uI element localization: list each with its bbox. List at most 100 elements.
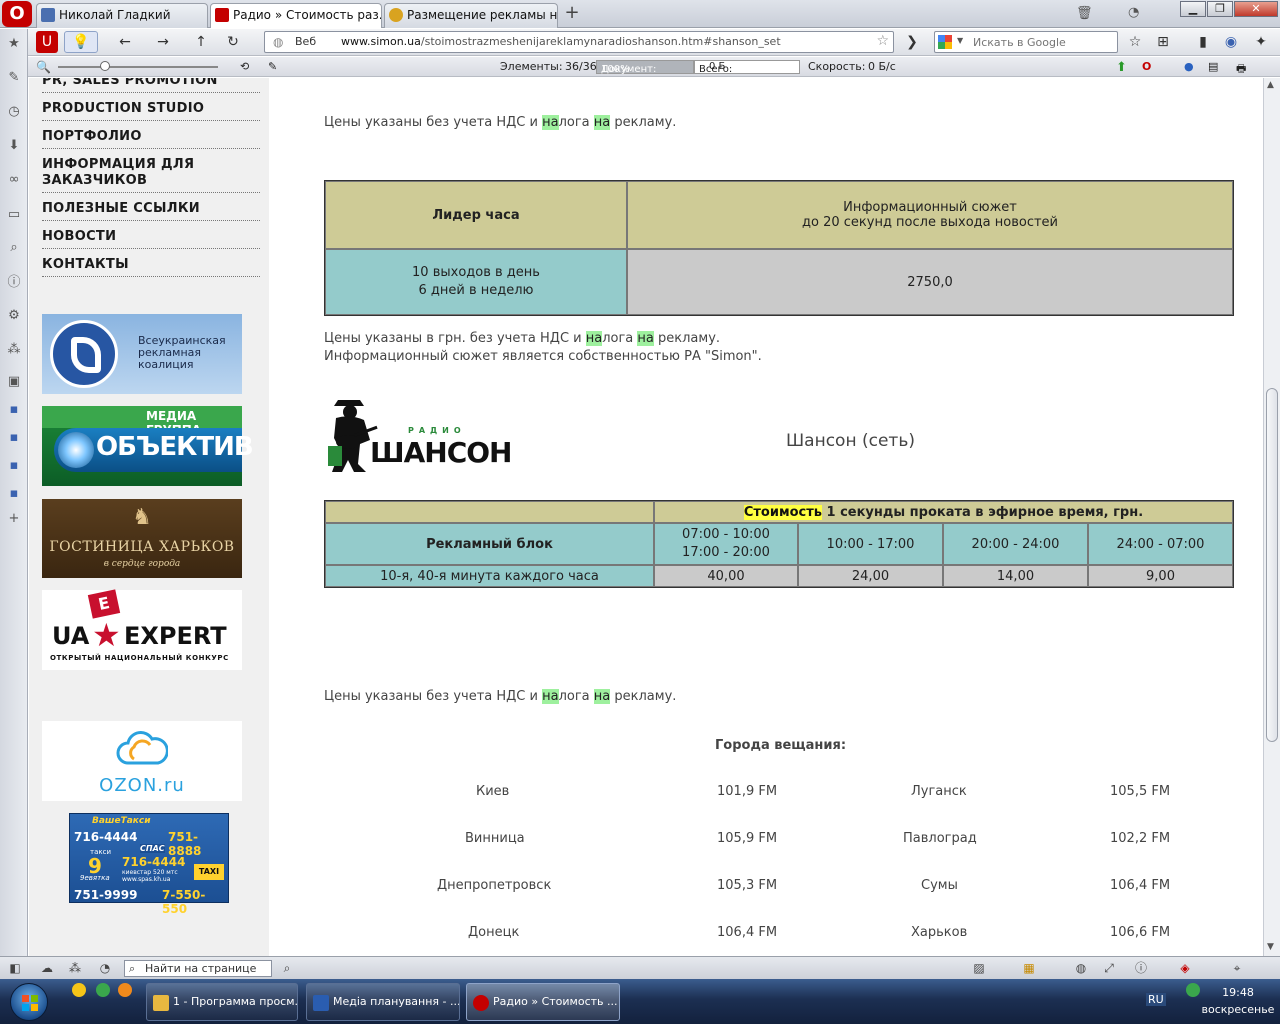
scrollbar-thumb[interactable] (1266, 388, 1278, 742)
widget-icon[interactable]: ▣ (6, 374, 22, 390)
notes-icon[interactable]: ✎ (6, 70, 22, 86)
bookmark-star-icon[interactable]: ▪ (6, 458, 22, 474)
unite-icon[interactable]: ⁂ (66, 960, 84, 976)
up-button[interactable]: ↑ (190, 31, 212, 53)
vertical-scrollbar[interactable]: ▲ ▼ (1263, 78, 1280, 956)
search-icon: ⌕ (129, 962, 136, 975)
nav-item-client-info[interactable]: ИНФОРМАЦИЯ ДЛЯ ЗАКАЗЧИКОВ (42, 157, 260, 193)
address-url: www.simon.ua/stoimostrazmeshenijareklamy… (341, 35, 781, 48)
tab-radio-price[interactable]: Радио » Стоимость раз... (210, 3, 382, 28)
deviatka-caption: 9евятка (80, 874, 110, 882)
firefox-icon[interactable] (118, 983, 132, 997)
clock[interactable]: 19:48 воскресенье (1200, 984, 1276, 1018)
maximize-button[interactable]: ❐ (1207, 1, 1233, 17)
panel-toggle-icon[interactable]: ◧ (6, 960, 24, 976)
tab-ad-placement[interactable]: Размещение рекламы н... (384, 3, 558, 28)
scroll-up-icon[interactable]: ▲ (1267, 80, 1274, 90)
turbo-icon[interactable]: ◔ (1128, 5, 1139, 20)
task-media-planning[interactable]: Медіа планування - ... (306, 983, 460, 1021)
nav-item-pr[interactable]: PR, SALES PROMOTION (42, 78, 260, 93)
info-icon[interactable]: ⓘ (1132, 960, 1150, 976)
content-blocker-icon[interactable]: ▦ (1020, 960, 1038, 976)
search-box[interactable]: ▼ (934, 31, 1118, 53)
zoom-reset-icon[interactable]: ⟲ (240, 60, 249, 73)
zoom-slider-handle[interactable] (100, 61, 110, 71)
settings-gear-icon[interactable]: ⚙ (6, 308, 22, 324)
address-bar[interactable]: ◍ Веб www.simon.ua/stoimostrazmeshenijar… (264, 31, 894, 53)
language-indicator[interactable]: RU (1146, 993, 1166, 1006)
go-forward-icon[interactable]: ❯ (900, 31, 924, 53)
wand-icon[interactable]: 💡 (64, 31, 98, 53)
fit-width-icon[interactable]: ⤢ (1100, 960, 1118, 976)
taxi-banner[interactable]: ВашеТакси 716-4444 751-8888 СПАС такси 9… (69, 813, 229, 916)
bookmark-star-icon[interactable]: ▪ (6, 402, 22, 418)
speed-dial-icon[interactable]: ☆ (1124, 31, 1146, 53)
links-icon[interactable]: ∞ (6, 172, 22, 188)
bookmarks-star-icon[interactable]: ★ (6, 36, 22, 52)
quicklaunch-icon[interactable] (72, 983, 86, 997)
globe-mail-icon[interactable]: ◉ (1220, 31, 1242, 53)
task-opera-radio[interactable]: Радио » Стоимость ... (466, 983, 620, 1021)
info-icon[interactable]: ⓘ (6, 275, 22, 291)
search-icon[interactable]: ⌕ (6, 240, 22, 256)
find-in-page-input[interactable]: ⌕ Найти на странице (124, 960, 272, 977)
hotel-kharkov-banner[interactable]: ♞ ГОСТИНИЦА ХАРЬКОВ в сердце города (42, 499, 242, 578)
ozon-banner[interactable]: OZON.ru (42, 721, 242, 801)
turbo-icon[interactable]: ◔ (96, 960, 114, 976)
zoom-icon[interactable]: ⌖ (1228, 960, 1246, 976)
zoom-icon[interactable]: 🔍 (36, 60, 51, 74)
add-panel-icon[interactable]: + (6, 511, 22, 527)
zoom-slider[interactable] (58, 66, 218, 68)
windows-icon[interactable]: ▭ (6, 207, 22, 223)
unite-icon[interactable]: ⁂ (6, 342, 22, 358)
table-cell-price-1: 40,00 (654, 565, 798, 587)
nav-item-news[interactable]: НОВОСТИ (42, 229, 260, 249)
utorrent-tray-icon[interactable] (1186, 983, 1200, 997)
back-button[interactable]: ← (108, 31, 142, 53)
close-window-button[interactable]: ✕ (1234, 1, 1278, 17)
cloud-icon[interactable]: ☁ (38, 960, 56, 976)
tools-icon[interactable]: ✎ (268, 60, 277, 73)
feeds-icon[interactable]: ● (1184, 60, 1194, 73)
list-item: Днепропетровск 105,3 FM Сумы 106,4 FM (437, 878, 1171, 893)
bookmark-star-icon[interactable]: ▪ (6, 486, 22, 502)
opera-menu-button[interactable]: O (2, 1, 32, 27)
toolbar-menu-icon[interactable]: ✦ (1250, 31, 1272, 53)
vrk-banner[interactable]: Всеукраинская рекламная коалиция (42, 314, 242, 394)
upload-arrow-icon[interactable]: ⬆ (1116, 60, 1127, 75)
scroll-down-icon[interactable]: ▼ (1267, 942, 1274, 952)
chevron-down-icon[interactable]: ▼ (957, 36, 963, 45)
security-icon[interactable]: ◈ (1176, 960, 1194, 976)
history-icon[interactable]: ◷ (6, 104, 22, 120)
search-input[interactable] (973, 34, 1113, 50)
task-file-viewer[interactable]: 1 - Программа просм... (146, 983, 298, 1021)
bookmark-star-icon[interactable]: ▪ (6, 430, 22, 446)
opera-icon[interactable]: O (1142, 60, 1151, 73)
globe-icon (58, 432, 94, 468)
media-group-banner[interactable]: МЕДИА ГРУППА ОБЪЕКТИВ (42, 406, 254, 486)
extension-icon[interactable]: ⊞ (1152, 31, 1174, 53)
start-button[interactable] (10, 983, 48, 1021)
ua-expert-banner[interactable]: E UA ★ EXPERT ОТКРЫТЫЙ НАЦИОНАЛЬНЫЙ КОНК… (42, 589, 242, 670)
tab-nikolay[interactable]: Николай Гладкий (36, 3, 208, 28)
minimize-button[interactable]: ▁ (1180, 1, 1206, 17)
nav-item-contacts[interactable]: КОНТАКТЫ (42, 257, 260, 277)
new-tab-button[interactable]: + (562, 3, 582, 23)
opera-link-icon[interactable]: U (36, 31, 58, 53)
bookmark-star-icon[interactable]: ☆ (876, 33, 889, 49)
nav-item-useful-links[interactable]: ПОЛЕЗНЫЕ ССЫЛКИ (42, 201, 260, 221)
search-go-icon[interactable]: ⌕ (278, 960, 296, 976)
network-icon[interactable]: ◍ (1072, 960, 1090, 976)
forward-button[interactable]: → (146, 31, 180, 53)
ozon-cloud-icon (116, 731, 168, 765)
nav-item-production-studio[interactable]: PRODUCTION STUDIO (42, 101, 260, 121)
utorrent-icon[interactable] (96, 983, 110, 997)
downloads-icon[interactable]: ⬇ (6, 138, 22, 154)
image-icon[interactable]: ▨ (970, 960, 988, 976)
print-icon[interactable]: 🖶 (1236, 60, 1246, 79)
trash-icon[interactable]: 🗑 (1076, 6, 1093, 21)
nav-item-portfolio[interactable]: ПОРТФОЛИО (42, 129, 260, 149)
reload-button[interactable]: ↻ (218, 31, 248, 53)
panel-toggle-icon[interactable]: ▮ (1192, 31, 1214, 53)
notes-icon[interactable]: ▤ (1208, 60, 1218, 73)
